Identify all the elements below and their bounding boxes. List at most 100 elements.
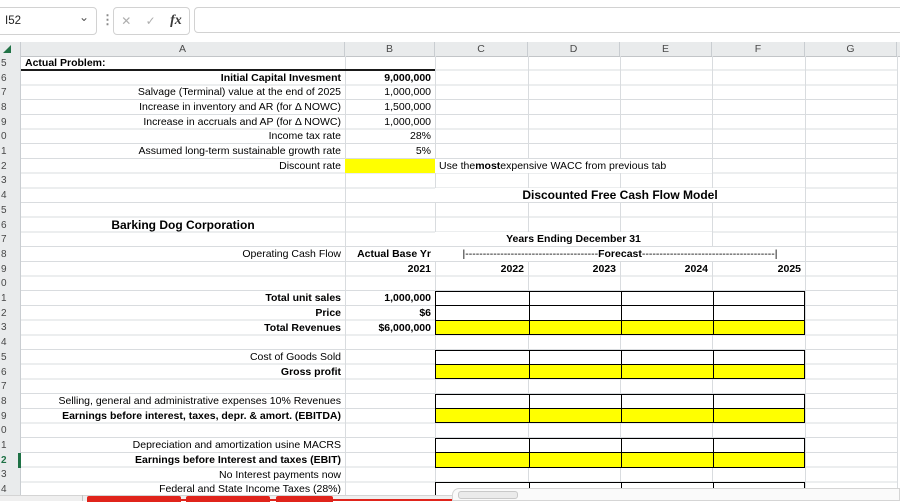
insert-function-icon[interactable]: fx — [170, 13, 182, 29]
cell-border-divider — [621, 292, 622, 305]
cell-block-C45-F45[interactable] — [435, 350, 805, 365]
row-header-42[interactable]: 2 — [0, 306, 21, 321]
row-header-30[interactable]: 0 — [0, 130, 21, 145]
row-header-26[interactable]: 6 — [0, 71, 21, 86]
cell-B43[interactable]: $6,000,000 — [345, 321, 435, 335]
cell-D39[interactable]: 2023 — [528, 262, 620, 276]
row-header-52[interactable]: 2 — [0, 452, 21, 468]
row-header-38[interactable]: 8 — [0, 247, 21, 262]
cell-block-C46-F46[interactable] — [435, 364, 805, 380]
cell-CE32[interactable]: Use the most expensive WACC from previou… — [435, 158, 712, 173]
chevron-down-icon[interactable]: ⌄ — [79, 10, 89, 24]
cell-block-C48-F48[interactable] — [435, 394, 805, 409]
sheet-row-38: 8 Operating Cash Flow Actual Base Yr |-----… — [0, 247, 900, 262]
cell-A53[interactable]: No Interest payments now — [21, 468, 345, 482]
row-header-32[interactable]: 2 — [0, 159, 21, 174]
row-header-37[interactable]: 7 — [0, 232, 21, 247]
cancel-icon[interactable]: ✕ — [121, 14, 131, 28]
cell-A31[interactable]: Assumed long-term sustainable growth rat… — [21, 144, 345, 158]
sheet-row-52: 2 Earnings before Interest and taxes (EBI… — [0, 452, 900, 468]
cell-A28[interactable]: Increase in inventory and AR (for Δ NOWC… — [21, 100, 345, 114]
sheet-row-51: 1 Depreciation and amortization usine MAC… — [0, 438, 900, 453]
cell-B38[interactable]: Actual Base Yr — [345, 247, 435, 261]
row-header-27[interactable]: 7 — [0, 85, 21, 100]
cell-A41[interactable]: Total unit sales — [21, 291, 345, 305]
cell-border-divider — [621, 305, 622, 320]
cell-B28[interactable]: 1,500,000 — [345, 100, 435, 114]
cell-B30[interactable]: 28% — [345, 130, 435, 144]
row-header-40[interactable]: 0 — [0, 277, 21, 292]
cell-B41[interactable]: 1,000,000 — [345, 291, 435, 305]
cell-block-C51-F51[interactable] — [435, 438, 805, 453]
row-header-47[interactable]: 7 — [0, 379, 21, 394]
cell-A38[interactable]: Operating Cash Flow — [21, 247, 345, 261]
row-header-28[interactable]: 8 — [0, 100, 21, 115]
column-header-A[interactable]: A — [21, 42, 345, 56]
cell-A27[interactable]: Salvage (Terminal) value at the end of 2… — [21, 85, 345, 99]
column-header-F[interactable]: F — [712, 42, 805, 56]
cell-B31[interactable]: 5% — [345, 144, 435, 158]
cell-A29[interactable]: Increase in accruals and AP (for Δ NOWC) — [21, 115, 345, 129]
cell-CE37[interactable]: Years Ending December 31 — [435, 232, 712, 247]
cell-C39[interactable]: 2022 — [435, 262, 528, 276]
row-header-35[interactable]: 5 — [0, 203, 21, 218]
cell-CF34[interactable]: Discounted Free Cash Flow Model — [435, 188, 805, 202]
row-header-39[interactable]: 9 — [0, 262, 21, 277]
row-header-29[interactable]: 9 — [0, 115, 21, 130]
cell-A36[interactable]: Barking Dog Corporation — [21, 218, 345, 232]
cell-B42[interactable]: $6 — [345, 306, 435, 320]
cell-B27[interactable]: 1,000,000 — [345, 85, 435, 99]
cell-A30[interactable]: Income tax rate — [21, 130, 345, 144]
cell-A49[interactable]: Earnings before interest, taxes, depr. &… — [21, 409, 345, 423]
row-header-50[interactable]: 0 — [0, 424, 21, 439]
row-header-44[interactable]: 4 — [0, 335, 21, 350]
cell-B39[interactable]: 2021 — [345, 262, 435, 276]
row-header-49[interactable]: 9 — [0, 409, 21, 424]
column-header-G[interactable]: G — [805, 42, 897, 56]
row-header-31[interactable]: 1 — [0, 144, 21, 159]
cell-F39[interactable]: 2025 — [712, 262, 805, 276]
row-header-45[interactable]: 5 — [0, 350, 21, 365]
formula-input[interactable] — [194, 7, 900, 33]
horizontal-scrollbar[interactable] — [452, 488, 900, 501]
column-header-B[interactable]: B — [345, 42, 435, 56]
cell-A43[interactable]: Total Revenues — [21, 321, 345, 335]
cell-block-C43-F43[interactable] — [435, 320, 805, 336]
confirm-icon[interactable]: ✓ — [146, 14, 156, 28]
row-header-36[interactable]: 6 — [0, 218, 21, 233]
row-header-48[interactable]: 8 — [0, 394, 21, 409]
column-header-C[interactable]: C — [435, 42, 528, 56]
row-header-34[interactable]: 4 — [0, 188, 21, 203]
row-header-53[interactable]: 3 — [0, 468, 21, 483]
scrollbar-thumb[interactable] — [458, 491, 518, 499]
cell-block-C49-F49[interactable] — [435, 408, 805, 424]
column-header-E[interactable]: E — [620, 42, 712, 56]
row-header-43[interactable]: 3 — [0, 321, 21, 336]
cell-A45[interactable]: Cost of Goods Sold — [21, 350, 345, 364]
cell-B29[interactable]: 1,000,000 — [345, 115, 435, 129]
column-header-D[interactable]: D — [528, 42, 620, 56]
cell-block-C41-F41[interactable] — [435, 291, 805, 306]
name-box[interactable]: I52 ⌄ — [0, 7, 97, 35]
row-header-25[interactable]: 5 — [0, 56, 21, 71]
select-all-corner[interactable] — [0, 42, 21, 56]
cell-A32[interactable]: Discount rate — [21, 159, 345, 173]
cell-A52[interactable]: Earnings before Interest and taxes (EBIT… — [21, 453, 345, 467]
row-header-46[interactable]: 6 — [0, 365, 21, 380]
cell-E39[interactable]: 2024 — [620, 262, 712, 276]
cell-CF38[interactable]: |-------------------------------------- F… — [435, 247, 805, 261]
cell-border-divider — [621, 408, 622, 423]
cell-block-C52-F52[interactable] — [435, 452, 805, 468]
cell-A42[interactable]: Price — [21, 306, 345, 320]
cell-block-C42-F42[interactable] — [435, 305, 805, 321]
row-header-33[interactable]: 3 — [0, 174, 21, 189]
cell-A26[interactable]: Initial Capital Invesment — [21, 71, 345, 85]
cell-B32[interactable] — [345, 158, 435, 173]
cell-A25[interactable]: Actual Problem: — [21, 56, 345, 70]
row-header-51[interactable]: 1 — [0, 438, 21, 453]
cell-A46[interactable]: Gross profit — [21, 365, 345, 379]
cell-A48[interactable]: Selling, general and administrative expe… — [21, 394, 345, 408]
cell-B26[interactable]: 9,000,000 — [345, 71, 435, 85]
row-header-41[interactable]: 1 — [0, 291, 21, 306]
cell-A51[interactable]: Depreciation and amortization usine MACR… — [21, 438, 345, 452]
